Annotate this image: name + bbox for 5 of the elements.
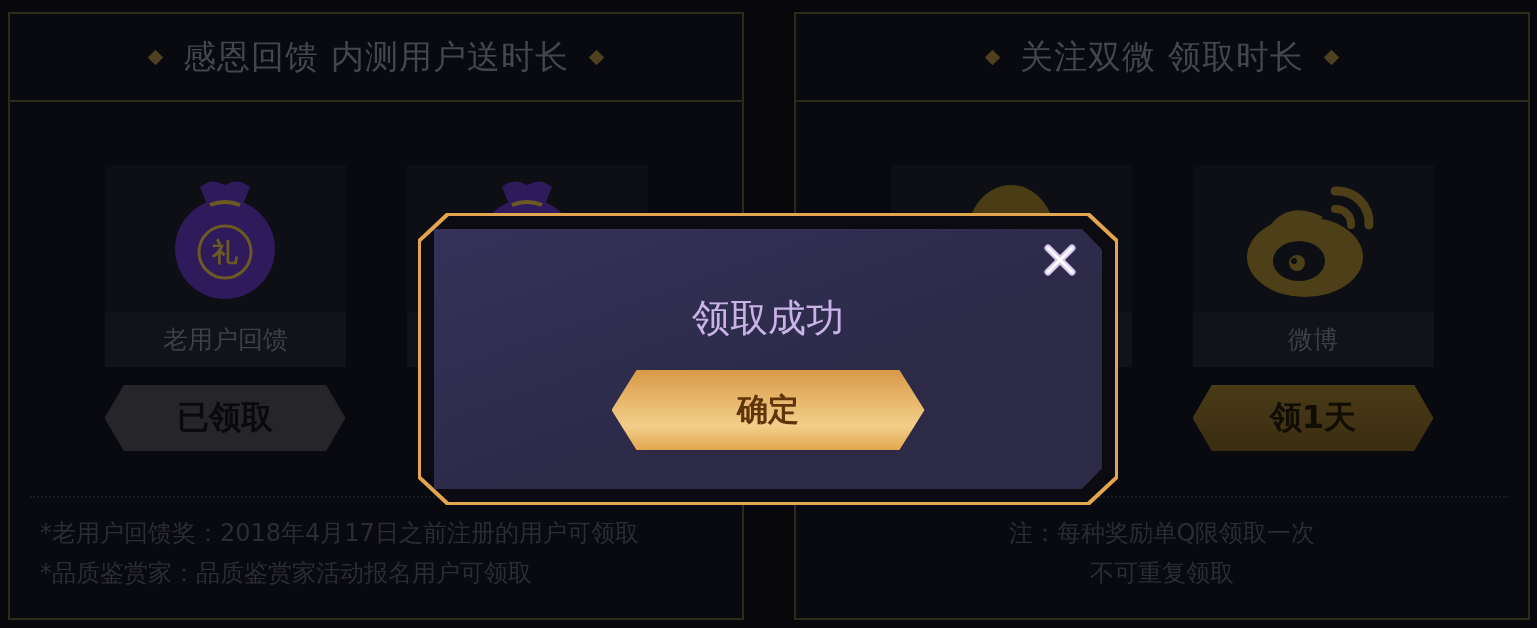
panel-title: 感恩回馈 内测用户送时长 xyxy=(183,35,569,78)
dialog-title: 领取成功 xyxy=(692,295,844,342)
close-icon[interactable] xyxy=(1043,243,1077,277)
confirm-button[interactable]: 确定 xyxy=(611,370,925,450)
panel-title: 关注双微 领取时长 xyxy=(1020,35,1304,78)
